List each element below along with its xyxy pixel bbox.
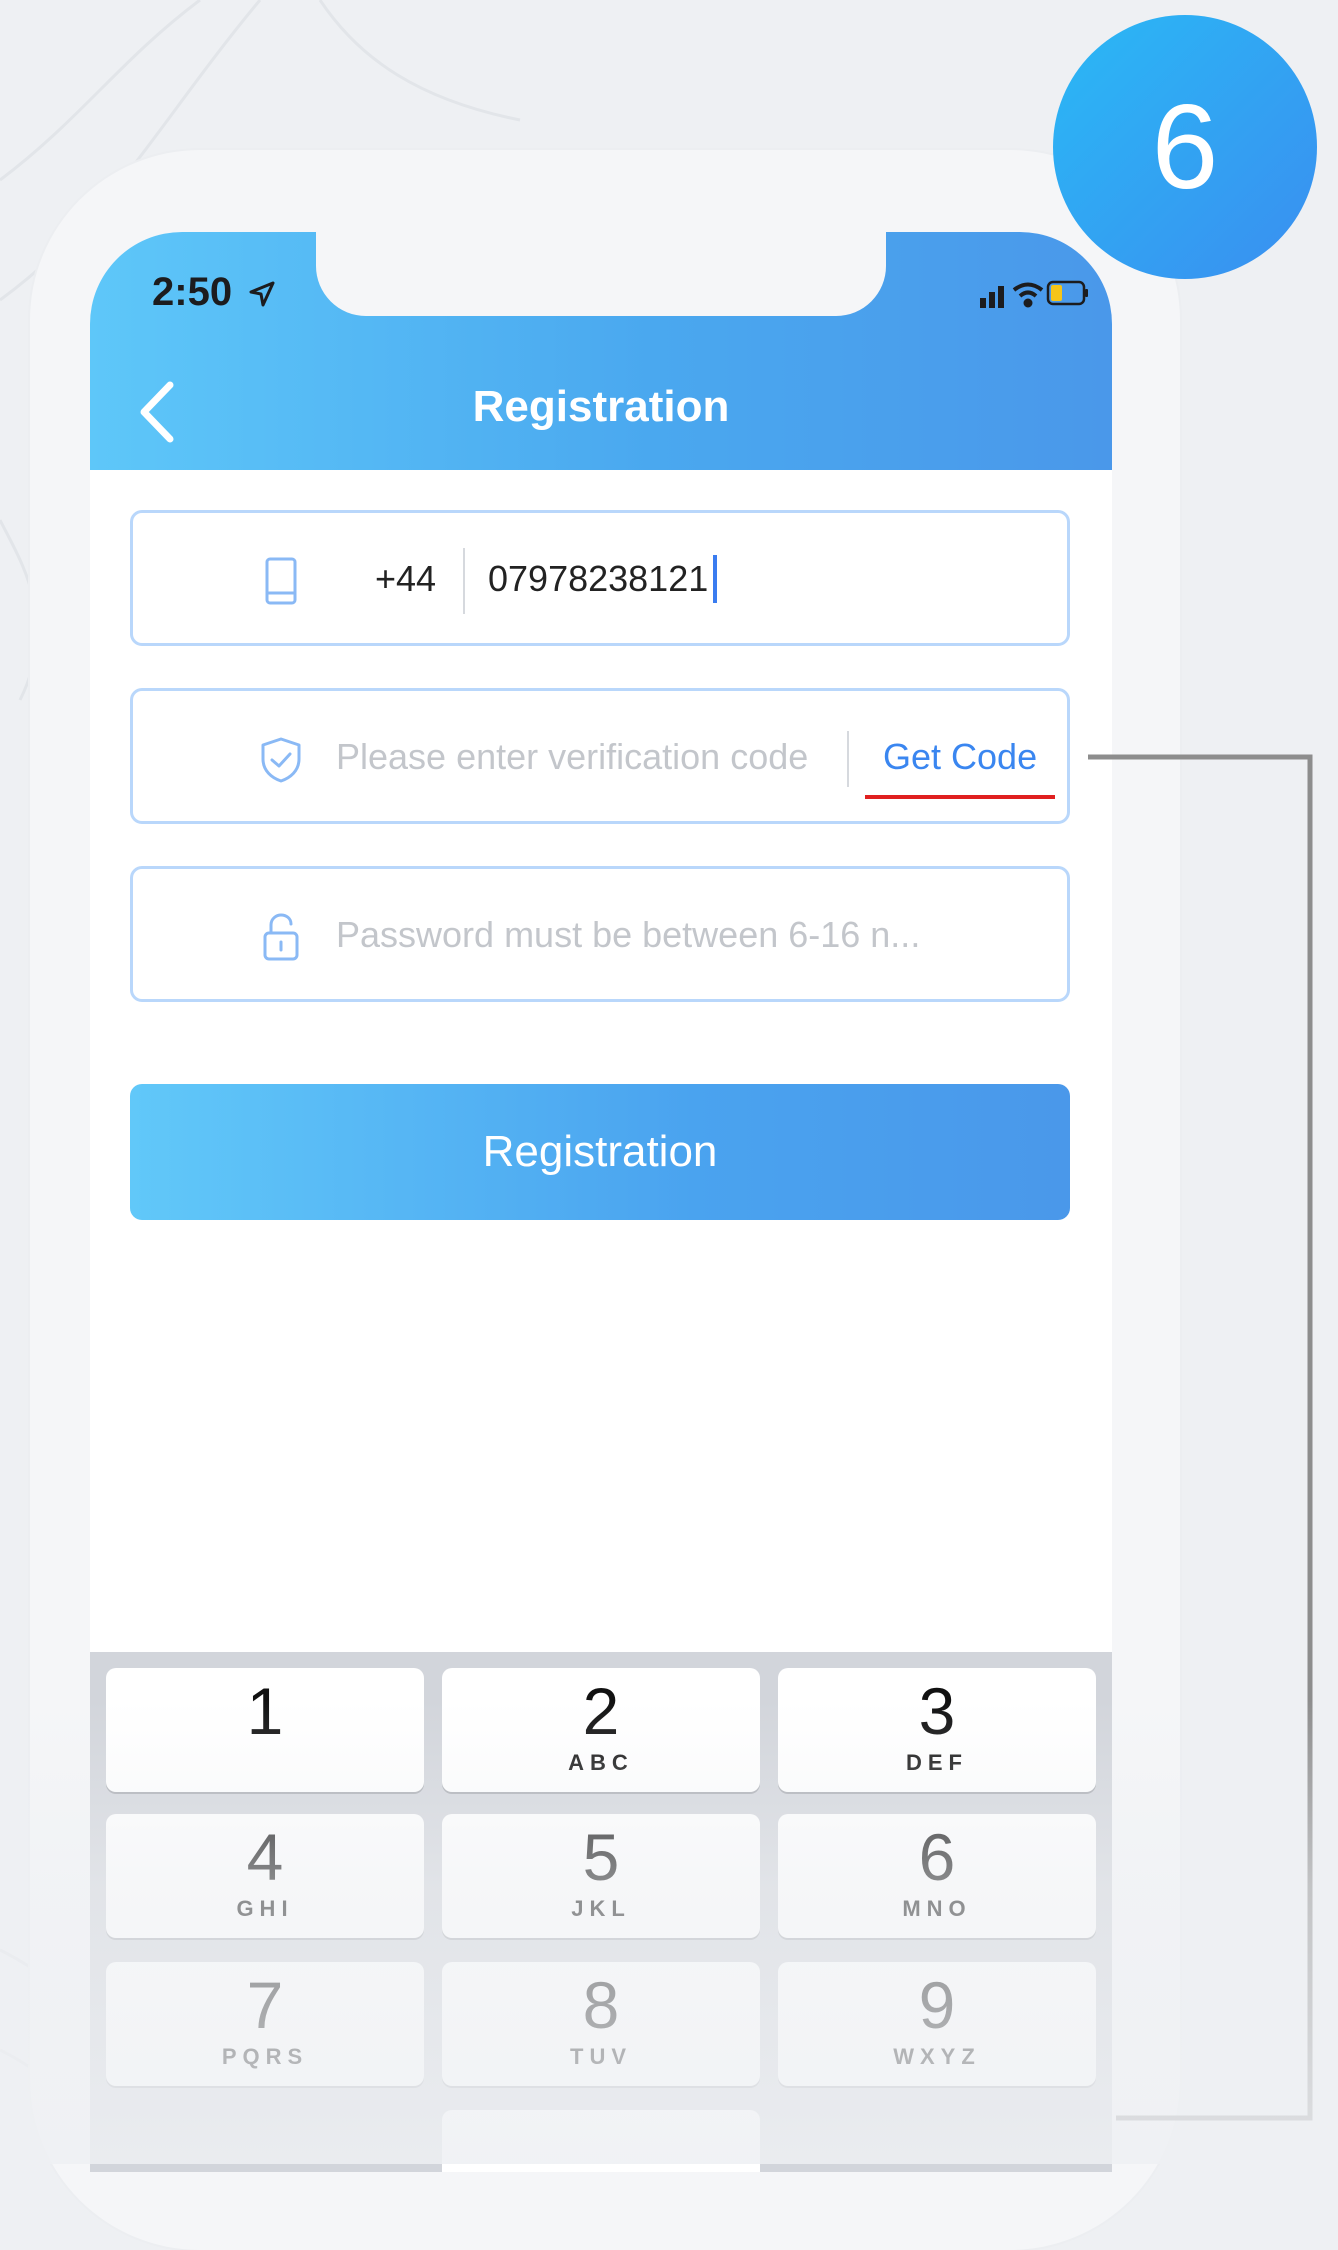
key-9[interactable]: 9 WXYZ xyxy=(778,1962,1096,2086)
status-icons xyxy=(980,280,1088,308)
verification-code-input[interactable]: Please enter verification code xyxy=(336,736,808,778)
key-digit: 7 xyxy=(246,1968,284,2042)
country-code[interactable]: +44 xyxy=(375,558,436,600)
phone-icon xyxy=(265,557,297,605)
key-digit: 5 xyxy=(582,1820,620,1894)
key-0-partial[interactable] xyxy=(442,2110,760,2172)
verification-code-field[interactable]: Please enter verification code Get Code xyxy=(130,688,1070,824)
key-digit: 1 xyxy=(246,1674,284,1748)
key-digit: 4 xyxy=(246,1820,284,1894)
key-letters: MNO xyxy=(902,1896,972,1921)
status-time: 2:50 xyxy=(152,270,277,315)
battery-icon xyxy=(1046,280,1088,306)
key-1[interactable]: 1 xyxy=(106,1668,424,1792)
key-7[interactable]: 7 PQRS xyxy=(106,1962,424,2086)
password-input[interactable]: Password must be between 6-16 n... xyxy=(336,914,920,956)
status-time-text: 2:50 xyxy=(152,270,233,314)
phone-number-field[interactable]: +44 07978238121 xyxy=(130,510,1070,646)
field-divider xyxy=(463,548,465,614)
key-2[interactable]: 2 ABC xyxy=(442,1668,760,1792)
key-letters: TUV xyxy=(570,2044,632,2069)
text-cursor xyxy=(713,555,717,603)
key-4[interactable]: 4 GHI xyxy=(106,1814,424,1938)
location-arrow-icon xyxy=(249,281,275,307)
key-letters: JKL xyxy=(571,1896,631,1921)
key-6[interactable]: 6 MNO xyxy=(778,1814,1096,1938)
registration-button[interactable]: Registration xyxy=(130,1084,1070,1220)
wifi-icon xyxy=(1012,282,1044,308)
get-code-button[interactable]: Get Code xyxy=(883,736,1037,778)
key-letters: GHI xyxy=(236,1896,294,1921)
page-title: Registration xyxy=(472,382,730,431)
key-digit: 3 xyxy=(918,1674,956,1748)
password-field[interactable]: Password must be between 6-16 n... xyxy=(130,866,1070,1002)
shield-check-icon xyxy=(261,737,301,783)
numeric-keypad: 1 2 ABC 3 DEF 4 GHI 5 JKL 6 MNO 7 PQRS 8 xyxy=(90,1652,1112,2172)
lock-icon xyxy=(263,913,299,961)
app-screen: 2:50 Registration +44 07978238121 Please… xyxy=(90,232,1112,2172)
key-letters: DEF xyxy=(906,1750,968,1775)
nav-header: 2:50 Registration xyxy=(90,232,1112,470)
key-letters: WXYZ xyxy=(893,2044,981,2069)
key-digit: 2 xyxy=(582,1674,620,1748)
device-notch xyxy=(316,232,886,316)
get-code-highlight xyxy=(865,795,1055,799)
key-digit: 6 xyxy=(918,1820,956,1894)
key-5[interactable]: 5 JKL xyxy=(442,1814,760,1938)
key-letters: PQRS xyxy=(221,2044,309,2069)
key-letters: ABC xyxy=(568,1750,634,1775)
key-digit: 8 xyxy=(582,1968,620,2042)
key-8[interactable]: 8 TUV xyxy=(442,1962,760,2086)
key-3[interactable]: 3 DEF xyxy=(778,1668,1096,1792)
signal-icon xyxy=(980,286,1004,308)
phone-number-input[interactable]: 07978238121 xyxy=(488,558,708,600)
field-divider xyxy=(847,731,849,787)
key-digit: 9 xyxy=(918,1968,956,2042)
